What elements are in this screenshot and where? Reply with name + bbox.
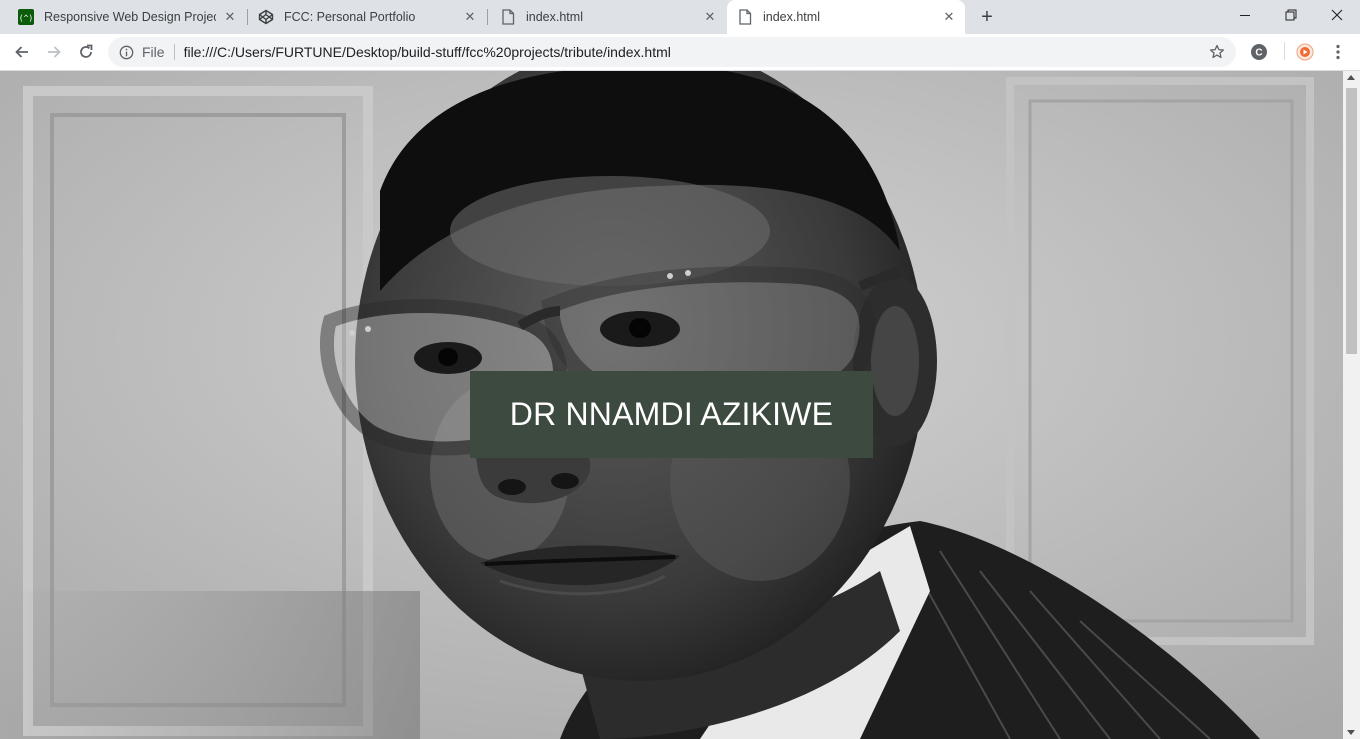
reload-icon	[80, 44, 93, 58]
tab-index-html-active[interactable]: index.html ✕	[727, 0, 965, 34]
extension-button[interactable]	[1293, 40, 1317, 64]
browser-toolbar: File file:///C:/Users/FURTUNE/Desktop/bu…	[0, 34, 1360, 71]
codepen-icon	[258, 9, 274, 25]
address-bar[interactable]: File file:///C:/Users/FURTUNE/Desktop/bu…	[108, 37, 1236, 67]
close-icon[interactable]: ✕	[222, 9, 238, 25]
toolbar-divider	[1284, 42, 1285, 60]
omnibox-divider	[173, 44, 175, 60]
scheme-label: File	[142, 44, 165, 60]
scroll-up-icon[interactable]	[1347, 75, 1355, 80]
tab-index-html[interactable]: index.html ✕	[488, 0, 726, 34]
forward-button[interactable]	[40, 38, 68, 66]
arrow-right-icon	[48, 46, 61, 58]
tab-fcc-portfolio[interactable]: FCC: Personal Portfolio ✕	[248, 0, 486, 34]
tab-title: FCC: Personal Portfolio	[284, 10, 416, 24]
scrollbar-thumb[interactable]	[1346, 88, 1357, 354]
file-icon	[500, 9, 516, 25]
page-viewport: DR NNAMDI AZIKIWE	[0, 71, 1343, 739]
tab-responsive-web-design[interactable]: (^) Responsive Web Design Projects ✕	[0, 0, 246, 34]
info-icon[interactable]	[118, 44, 134, 60]
extension-c-icon: C	[1251, 44, 1267, 60]
kebab-menu-icon	[1336, 44, 1340, 60]
minimize-icon	[1240, 15, 1250, 16]
close-window-button[interactable]	[1314, 0, 1360, 30]
scroll-down-icon[interactable]	[1347, 730, 1355, 735]
close-icon[interactable]: ✕	[462, 9, 478, 25]
tab-title: index.html	[526, 10, 583, 24]
close-icon	[1331, 9, 1343, 21]
bookmark-star-icon[interactable]	[1206, 41, 1228, 63]
restore-button[interactable]	[1268, 0, 1314, 30]
svg-text:C: C	[1255, 48, 1262, 59]
close-icon[interactable]: ✕	[941, 9, 957, 25]
close-icon[interactable]: ✕	[702, 9, 718, 25]
freecodecamp-icon: (^)	[18, 9, 34, 25]
arrow-left-icon	[15, 46, 28, 58]
url-text[interactable]: file:///C:/Users/FURTUNE/Desktop/build-s…	[184, 44, 1206, 60]
title-banner: DR NNAMDI AZIKIWE	[470, 371, 873, 458]
back-button[interactable]	[8, 38, 36, 66]
tab-title: index.html	[763, 10, 820, 24]
page-scrollbar[interactable]	[1343, 71, 1360, 739]
file-icon	[737, 9, 753, 25]
new-tab-button[interactable]: +	[976, 6, 998, 28]
extension-play-icon	[1296, 43, 1314, 61]
minimize-button[interactable]	[1222, 0, 1268, 30]
tab-title: Responsive Web Design Projects	[44, 10, 216, 24]
extension-button[interactable]: C	[1247, 40, 1271, 64]
page-title: DR NNAMDI AZIKIWE	[509, 396, 834, 432]
restore-icon	[1285, 9, 1297, 21]
reload-button[interactable]	[72, 38, 100, 66]
tab-strip: (^) Responsive Web Design Projects ✕ FCC…	[0, 0, 1360, 34]
svg-text:(^): (^)	[19, 14, 33, 23]
menu-button[interactable]	[1326, 40, 1350, 64]
